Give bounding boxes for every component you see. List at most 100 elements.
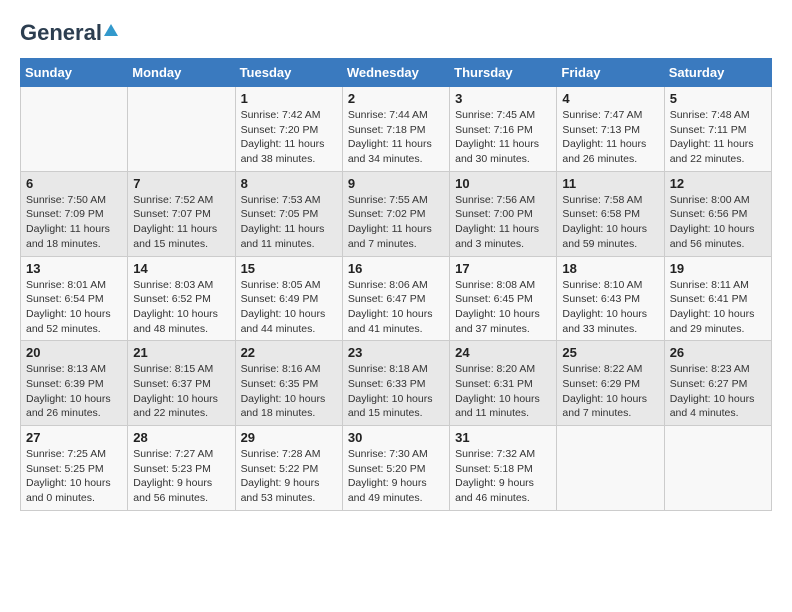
day-number: 10 (455, 176, 551, 191)
calendar-cell (664, 426, 771, 511)
day-info: Sunrise: 8:11 AM Sunset: 6:41 PM Dayligh… (670, 278, 766, 337)
day-info: Sunrise: 8:01 AM Sunset: 6:54 PM Dayligh… (26, 278, 122, 337)
day-number: 13 (26, 261, 122, 276)
day-info: Sunrise: 8:06 AM Sunset: 6:47 PM Dayligh… (348, 278, 444, 337)
calendar-cell: 17 Sunrise: 8:08 AM Sunset: 6:45 PM Dayli… (450, 256, 557, 341)
day-info: Sunrise: 7:28 AM Sunset: 5:22 PM Dayligh… (241, 447, 337, 506)
calendar-cell: 7 Sunrise: 7:52 AM Sunset: 7:07 PM Daylig… (128, 171, 235, 256)
day-info: Sunrise: 7:52 AM Sunset: 7:07 PM Dayligh… (133, 193, 229, 252)
calendar-cell: 25Sunrise: 8:22 AM Sunset: 6:29 PM Dayli… (557, 341, 664, 426)
day-number: 31 (455, 430, 551, 445)
weekday-header-tuesday: Tuesday (235, 59, 342, 87)
calendar-cell: 8Sunrise: 7:53 AM Sunset: 7:05 PM Daylig… (235, 171, 342, 256)
day-info: Sunrise: 7:48 AM Sunset: 7:11 PM Dayligh… (670, 108, 766, 167)
day-info: Sunrise: 7:32 AM Sunset: 5:18 PM Dayligh… (455, 447, 551, 506)
logo-triangle-icon (104, 23, 118, 41)
day-number: 9 (348, 176, 444, 191)
weekday-header-friday: Friday (557, 59, 664, 87)
logo: General (20, 20, 118, 42)
day-number: 12 (670, 176, 766, 191)
calendar-cell: 9 Sunrise: 7:55 AM Sunset: 7:02 PM Daylig… (342, 171, 449, 256)
day-info: Sunrise: 8:18 AM Sunset: 6:33 PM Dayligh… (348, 362, 444, 421)
day-info: Sunrise: 8:03 AM Sunset: 6:52 PM Dayligh… (133, 278, 229, 337)
calendar-week-row: 1Sunrise: 7:42 AM Sunset: 7:20 PM Daylig… (21, 87, 772, 172)
calendar-cell: 29 Sunrise: 7:28 AM Sunset: 5:22 PM Dayli… (235, 426, 342, 511)
day-info: Sunrise: 7:47 AM Sunset: 7:13 PM Dayligh… (562, 108, 658, 167)
day-number: 20 (26, 345, 122, 360)
weekday-header-wednesday: Wednesday (342, 59, 449, 87)
calendar-cell: 28Sunrise: 7:27 AM Sunset: 5:23 PM Dayli… (128, 426, 235, 511)
calendar-cell (128, 87, 235, 172)
calendar-cell: 11Sunrise: 7:58 AM Sunset: 6:58 PM Dayli… (557, 171, 664, 256)
calendar-table: SundayMondayTuesdayWednesdayThursdayFrid… (20, 58, 772, 511)
calendar-cell: 1Sunrise: 7:42 AM Sunset: 7:20 PM Daylig… (235, 87, 342, 172)
day-info: Sunrise: 8:20 AM Sunset: 6:31 PM Dayligh… (455, 362, 551, 421)
day-info: Sunrise: 8:15 AM Sunset: 6:37 PM Dayligh… (133, 362, 229, 421)
day-info: Sunrise: 8:05 AM Sunset: 6:49 PM Dayligh… (241, 278, 337, 337)
day-number: 1 (241, 91, 337, 106)
calendar-week-row: 13 Sunrise: 8:01 AM Sunset: 6:54 PM Dayli… (21, 256, 772, 341)
day-number: 2 (348, 91, 444, 106)
day-info: Sunrise: 7:45 AM Sunset: 7:16 PM Dayligh… (455, 108, 551, 167)
weekday-header-sunday: Sunday (21, 59, 128, 87)
calendar-cell: 27Sunrise: 7:25 AM Sunset: 5:25 PM Dayli… (21, 426, 128, 511)
day-info: Sunrise: 8:13 AM Sunset: 6:39 PM Dayligh… (26, 362, 122, 421)
day-info: Sunrise: 7:58 AM Sunset: 6:58 PM Dayligh… (562, 193, 658, 252)
day-info: Sunrise: 8:16 AM Sunset: 6:35 PM Dayligh… (241, 362, 337, 421)
day-number: 22 (241, 345, 337, 360)
day-number: 18 (562, 261, 658, 276)
page-header: General (20, 20, 772, 42)
day-info: Sunrise: 7:56 AM Sunset: 7:00 PM Dayligh… (455, 193, 551, 252)
day-number: 17 (455, 261, 551, 276)
day-info: Sunrise: 7:50 AM Sunset: 7:09 PM Dayligh… (26, 193, 122, 252)
day-number: 30 (348, 430, 444, 445)
day-info: Sunrise: 8:08 AM Sunset: 6:45 PM Dayligh… (455, 278, 551, 337)
calendar-cell: 14Sunrise: 8:03 AM Sunset: 6:52 PM Dayli… (128, 256, 235, 341)
day-number: 5 (670, 91, 766, 106)
day-info: Sunrise: 7:55 AM Sunset: 7:02 PM Dayligh… (348, 193, 444, 252)
day-number: 6 (26, 176, 122, 191)
calendar-cell: 2 Sunrise: 7:44 AM Sunset: 7:18 PM Daylig… (342, 87, 449, 172)
calendar-cell (557, 426, 664, 511)
day-number: 24 (455, 345, 551, 360)
day-number: 7 (133, 176, 229, 191)
calendar-cell: 12 Sunrise: 8:00 AM Sunset: 6:56 PM Dayli… (664, 171, 771, 256)
day-info: Sunrise: 8:23 AM Sunset: 6:27 PM Dayligh… (670, 362, 766, 421)
weekday-header-monday: Monday (128, 59, 235, 87)
calendar-week-row: 6 Sunrise: 7:50 AM Sunset: 7:09 PM Daylig… (21, 171, 772, 256)
calendar-cell: 13 Sunrise: 8:01 AM Sunset: 6:54 PM Dayli… (21, 256, 128, 341)
calendar-cell: 18 Sunrise: 8:10 AM Sunset: 6:43 PM Dayli… (557, 256, 664, 341)
weekday-header-thursday: Thursday (450, 59, 557, 87)
day-number: 27 (26, 430, 122, 445)
calendar-cell: 10 Sunrise: 7:56 AM Sunset: 7:00 PM Dayli… (450, 171, 557, 256)
day-number: 19 (670, 261, 766, 276)
day-info: Sunrise: 7:30 AM Sunset: 5:20 PM Dayligh… (348, 447, 444, 506)
day-number: 21 (133, 345, 229, 360)
day-number: 16 (348, 261, 444, 276)
weekday-header-saturday: Saturday (664, 59, 771, 87)
day-number: 8 (241, 176, 337, 191)
day-number: 4 (562, 91, 658, 106)
calendar-cell: 21 Sunrise: 8:15 AM Sunset: 6:37 PM Dayli… (128, 341, 235, 426)
logo-general-text: General (20, 20, 102, 46)
day-info: Sunrise: 8:10 AM Sunset: 6:43 PM Dayligh… (562, 278, 658, 337)
calendar-cell: 3 Sunrise: 7:45 AM Sunset: 7:16 PM Daylig… (450, 87, 557, 172)
calendar-cell: 6 Sunrise: 7:50 AM Sunset: 7:09 PM Daylig… (21, 171, 128, 256)
day-info: Sunrise: 7:44 AM Sunset: 7:18 PM Dayligh… (348, 108, 444, 167)
weekday-header-row: SundayMondayTuesdayWednesdayThursdayFrid… (21, 59, 772, 87)
calendar-cell: 16 Sunrise: 8:06 AM Sunset: 6:47 PM Dayli… (342, 256, 449, 341)
day-number: 26 (670, 345, 766, 360)
day-number: 3 (455, 91, 551, 106)
day-number: 15 (241, 261, 337, 276)
calendar-cell: 23 Sunrise: 8:18 AM Sunset: 6:33 PM Dayli… (342, 341, 449, 426)
calendar-cell: 20 Sunrise: 8:13 AM Sunset: 6:39 PM Dayli… (21, 341, 128, 426)
day-number: 25 (562, 345, 658, 360)
calendar-week-row: 27Sunrise: 7:25 AM Sunset: 5:25 PM Dayli… (21, 426, 772, 511)
day-number: 23 (348, 345, 444, 360)
day-number: 29 (241, 430, 337, 445)
day-info: Sunrise: 8:00 AM Sunset: 6:56 PM Dayligh… (670, 193, 766, 252)
calendar-cell: 5 Sunrise: 7:48 AM Sunset: 7:11 PM Daylig… (664, 87, 771, 172)
calendar-cell: 24 Sunrise: 8:20 AM Sunset: 6:31 PM Dayli… (450, 341, 557, 426)
calendar-cell: 15 Sunrise: 8:05 AM Sunset: 6:49 PM Dayli… (235, 256, 342, 341)
calendar-cell: 31 Sunrise: 7:32 AM Sunset: 5:18 PM Dayli… (450, 426, 557, 511)
